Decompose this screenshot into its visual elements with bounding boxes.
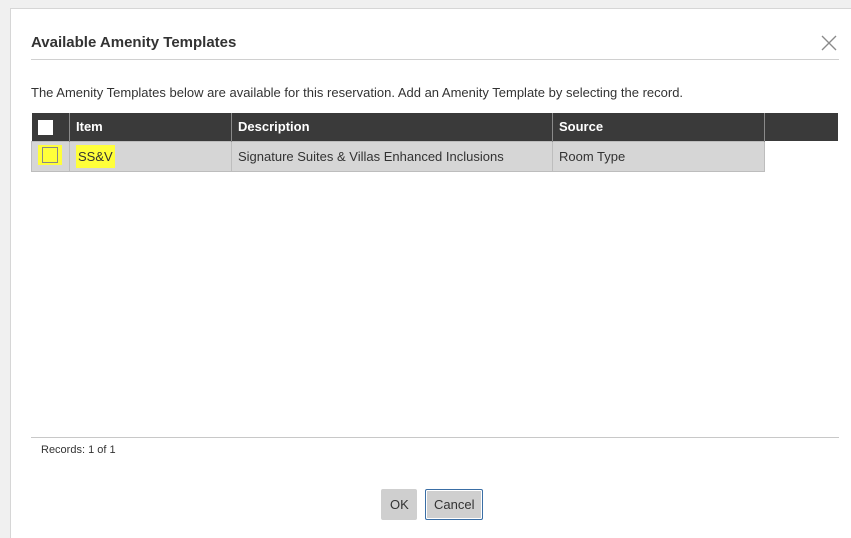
table-row[interactable]: SS&V Signature Suites & Villas Enhanced … xyxy=(31,140,839,172)
cancel-button[interactable]: Cancel xyxy=(425,489,483,520)
title-divider xyxy=(31,59,839,60)
intro-text: The Amenity Templates below are availabl… xyxy=(31,85,684,100)
select-all-header xyxy=(31,113,70,141)
column-header-spacer xyxy=(764,113,838,141)
select-all-checkbox[interactable] xyxy=(37,119,53,135)
cell-spacer xyxy=(765,141,839,171)
table-header-row: Item Description Source xyxy=(31,113,838,141)
cell-source: Room Type xyxy=(552,140,765,172)
amenity-templates-dialog: Available Amenity Templates The Amenity … xyxy=(10,8,851,538)
cell-description: Signature Suites & Villas Enhanced Inclu… xyxy=(231,140,553,172)
footer-divider xyxy=(31,437,839,438)
close-icon xyxy=(821,35,837,51)
cell-item: SS&V xyxy=(69,140,232,172)
row-select-cell xyxy=(31,140,70,172)
dialog-title: Available Amenity Templates xyxy=(31,34,237,51)
row-checkbox-highlight xyxy=(38,144,62,165)
cell-item-text: SS&V xyxy=(76,144,115,168)
ok-button[interactable]: OK xyxy=(381,489,417,520)
column-header-description[interactable]: Description xyxy=(231,113,553,141)
close-button[interactable] xyxy=(819,33,839,53)
column-header-source[interactable]: Source xyxy=(552,113,765,141)
records-count: Records: 1 of 1 xyxy=(41,444,116,456)
column-header-item[interactable]: Item xyxy=(69,113,232,141)
row-checkbox[interactable] xyxy=(42,146,58,163)
amenity-templates-table: Item Description Source SS&V Signature S… xyxy=(31,113,838,172)
